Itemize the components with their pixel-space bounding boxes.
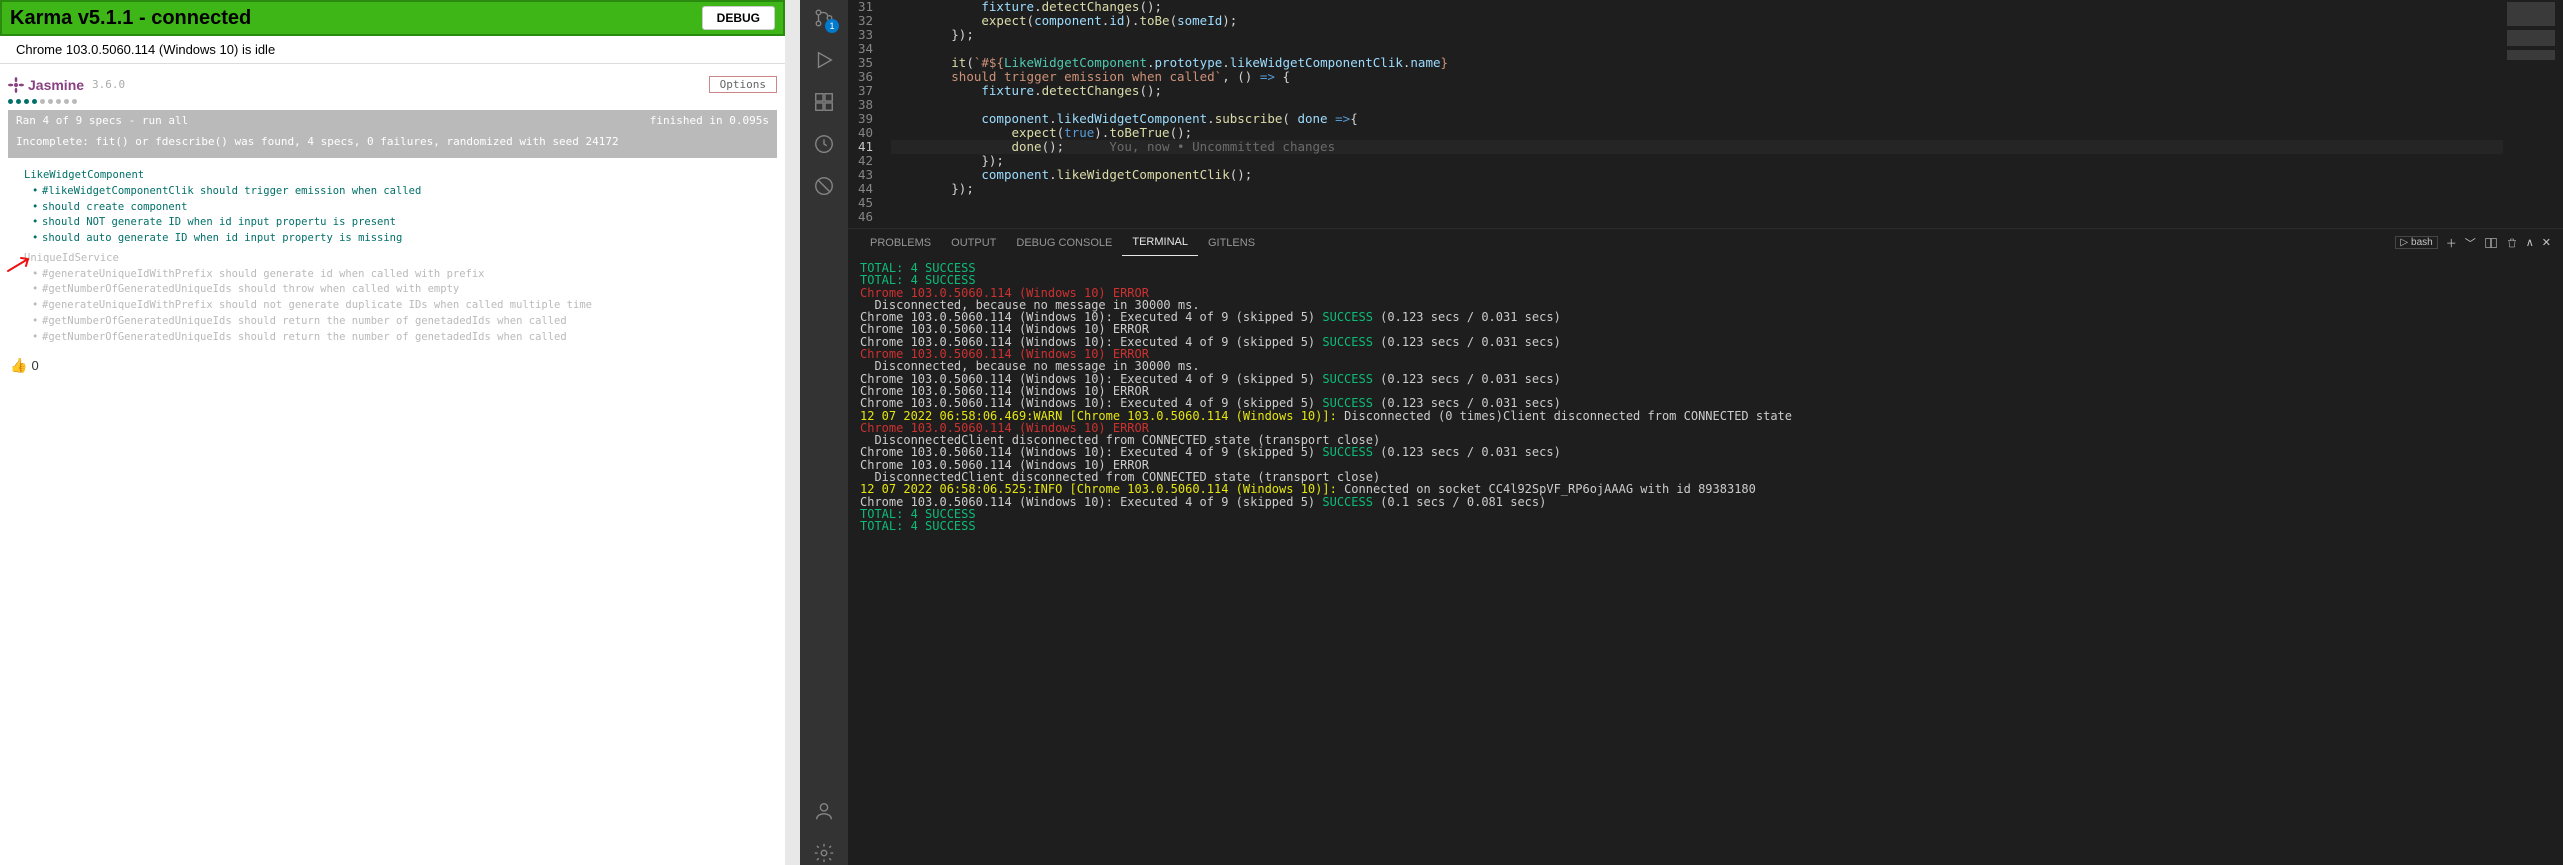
- split-terminal-icon[interactable]: [2484, 236, 2498, 250]
- spec-dots-row: [8, 97, 777, 110]
- tab-output[interactable]: OUTPUT: [941, 229, 1006, 256]
- maximize-panel-icon[interactable]: ∧: [2526, 236, 2534, 249]
- accounts-icon[interactable]: [812, 799, 836, 823]
- spec-link[interactable]: should NOT generate ID when id input pro…: [24, 215, 769, 231]
- like-widget-row: 👍 0: [0, 353, 785, 378]
- incomplete-bar[interactable]: Incomplete: fit() or fdescribe() was fou…: [8, 131, 777, 158]
- spec-link[interactable]: #getNumberOfGeneratedUniqueIds should re…: [24, 314, 769, 330]
- run-summary-text[interactable]: Ran 4 of 9 specs - run all: [16, 114, 188, 127]
- spec-dot[interactable]: [32, 99, 37, 104]
- spec-link[interactable]: #likeWidgetComponentClik should trigger …: [24, 184, 769, 200]
- run-summary-bar: Ran 4 of 9 specs - run all finished in 0…: [8, 110, 777, 131]
- test-icon[interactable]: [812, 132, 836, 156]
- source-control-icon[interactable]: 1: [812, 6, 836, 30]
- spec-dot[interactable]: [8, 99, 13, 104]
- debug-button[interactable]: DEBUG: [702, 6, 775, 30]
- vscode-pane: 1 31323334353637383940414243444546 fixtu…: [800, 0, 2563, 865]
- pane-divider[interactable]: [785, 0, 800, 865]
- tab-problems[interactable]: PROBLEMS: [860, 229, 941, 256]
- account-stop-icon[interactable]: [812, 174, 836, 198]
- activity-bar: 1: [800, 0, 848, 865]
- jasmine-icon: [8, 77, 24, 93]
- new-terminal-icon[interactable]: ＋: [2446, 235, 2457, 251]
- line-gutter: 31323334353637383940414243444546: [848, 0, 891, 228]
- gear-icon[interactable]: [812, 841, 836, 865]
- spec-link[interactable]: should auto generate ID when id input pr…: [24, 231, 769, 247]
- minimap[interactable]: [2503, 0, 2563, 228]
- jasmine-header: Jasmine 3.6.0 Options: [8, 74, 777, 97]
- spec-link[interactable]: #getNumberOfGeneratedUniqueIds should re…: [24, 330, 769, 346]
- jasmine-logo: Jasmine: [8, 77, 84, 93]
- spec-link[interactable]: #getNumberOfGeneratedUniqueIds should th…: [24, 282, 769, 298]
- spec-dot[interactable]: [72, 99, 77, 104]
- jasmine-version: 3.6.0: [92, 78, 125, 91]
- jasmine-label: Jasmine: [28, 77, 84, 93]
- karma-title: Karma v5.1.1 - connected: [10, 7, 251, 30]
- terminal-output[interactable]: TOTAL: 4 SUCCESSTOTAL: 4 SUCCESSChrome 1…: [848, 256, 2563, 865]
- spec-dot[interactable]: [64, 99, 69, 104]
- annotation-arrow-icon: [6, 255, 36, 275]
- jasmine-section: Jasmine 3.6.0 Options Ran 4 of 9 specs -…: [0, 64, 785, 353]
- close-panel-icon[interactable]: ✕: [2542, 236, 2551, 249]
- code-editor[interactable]: 31323334353637383940414243444546 fixture…: [848, 0, 2563, 228]
- run-finished-in: finished in 0.095s: [650, 114, 769, 127]
- spec-dot[interactable]: [40, 99, 45, 104]
- spec-list: LikeWidgetComponent#likeWidgetComponentC…: [8, 158, 777, 353]
- spec-dot[interactable]: [56, 99, 61, 104]
- options-button[interactable]: Options: [709, 76, 777, 93]
- spec-dot[interactable]: [16, 99, 21, 104]
- karma-report-pane: Karma v5.1.1 - connected DEBUG Chrome 10…: [0, 0, 785, 865]
- run-debug-icon[interactable]: [812, 48, 836, 72]
- tab-gitlens[interactable]: GITLENS: [1198, 229, 1265, 256]
- spec-dot[interactable]: [48, 99, 53, 104]
- suite-link[interactable]: UniqueIdService: [24, 251, 119, 267]
- panel-actions: ▷ bash ＋ ﹀ ∧ ✕: [2395, 235, 2551, 251]
- spec-dot[interactable]: [24, 99, 29, 104]
- code-body[interactable]: fixture.detectChanges(); expect(componen…: [891, 0, 2503, 228]
- panel-tabs: PROBLEMS OUTPUT DEBUG CONSOLE TERMINAL G…: [848, 228, 2563, 256]
- spec-link[interactable]: should create component: [24, 200, 769, 216]
- tab-terminal[interactable]: TERMINAL: [1122, 229, 1198, 256]
- terminal-dropdown-icon[interactable]: ﹀: [2465, 235, 2476, 251]
- suite-link[interactable]: LikeWidgetComponent: [24, 168, 769, 184]
- editor-area: 31323334353637383940414243444546 fixture…: [848, 0, 2563, 865]
- karma-browser-status: Chrome 103.0.5060.114 (Windows 10) is id…: [0, 36, 785, 64]
- karma-header: Karma v5.1.1 - connected DEBUG: [0, 0, 785, 36]
- kill-terminal-icon[interactable]: [2506, 237, 2518, 249]
- extensions-icon[interactable]: [812, 90, 836, 114]
- tab-debug-console[interactable]: DEBUG CONSOLE: [1006, 229, 1122, 256]
- spec-link[interactable]: #generateUniqueIdWithPrefix should gener…: [24, 267, 769, 283]
- spec-link[interactable]: #generateUniqueIdWithPrefix should not g…: [24, 298, 769, 314]
- like-count: 0: [31, 358, 38, 373]
- scm-badge: 1: [825, 19, 839, 33]
- thumbs-up-icon[interactable]: 👍: [10, 357, 27, 374]
- terminal-shell-select[interactable]: ▷ bash: [2395, 236, 2437, 249]
